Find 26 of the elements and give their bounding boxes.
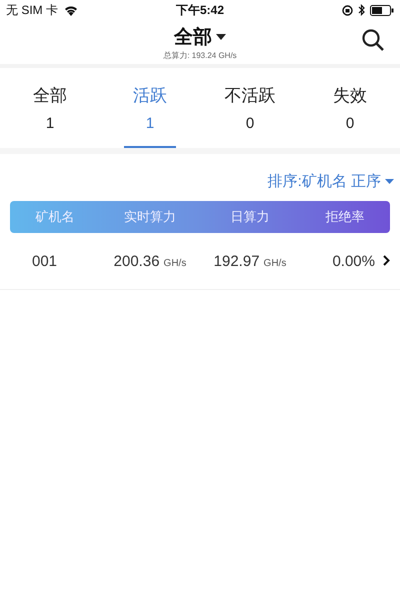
filter-tab[interactable]: 不活跃 0 (200, 68, 300, 148)
chevron-right-icon[interactable] (383, 254, 390, 266)
nav-title[interactable]: 全部 (174, 24, 212, 50)
miner-name: 001 (32, 252, 58, 270)
battery-icon (370, 4, 394, 16)
column-header: 拒绝率 (324, 208, 366, 226)
filter-tab[interactable]: 失效 0 (300, 68, 400, 148)
tab-underline (124, 146, 176, 148)
reject-rate: 0.00% (332, 252, 375, 270)
column-header: 实时算力 (123, 208, 177, 226)
filter-tab[interactable]: 活跃 1 (100, 68, 200, 148)
column-header: 矿机名 (34, 208, 76, 226)
wifi-icon (64, 4, 78, 16)
rotation-lock-icon (342, 4, 353, 16)
sort-button[interactable]: 排序:矿机名 正序 (268, 172, 394, 191)
unit-text: GH/s (164, 258, 186, 268)
unit-text: GH/s (264, 258, 286, 268)
status-time: 下午5:42 (176, 2, 224, 18)
realtime-hashrate: 200.36 (114, 252, 160, 270)
total-hashrate-text: 总算力: 193.24 GH/s (163, 50, 237, 60)
caret-icon[interactable] (216, 34, 226, 40)
bluetooth-icon (358, 4, 365, 16)
filter-tab[interactable]: 全部 1 (0, 68, 100, 148)
column-header: 日算力 (230, 208, 270, 226)
carrier-text: 无 SIM 卡 (6, 2, 58, 18)
daily-hashrate: 192.97 (214, 252, 260, 270)
